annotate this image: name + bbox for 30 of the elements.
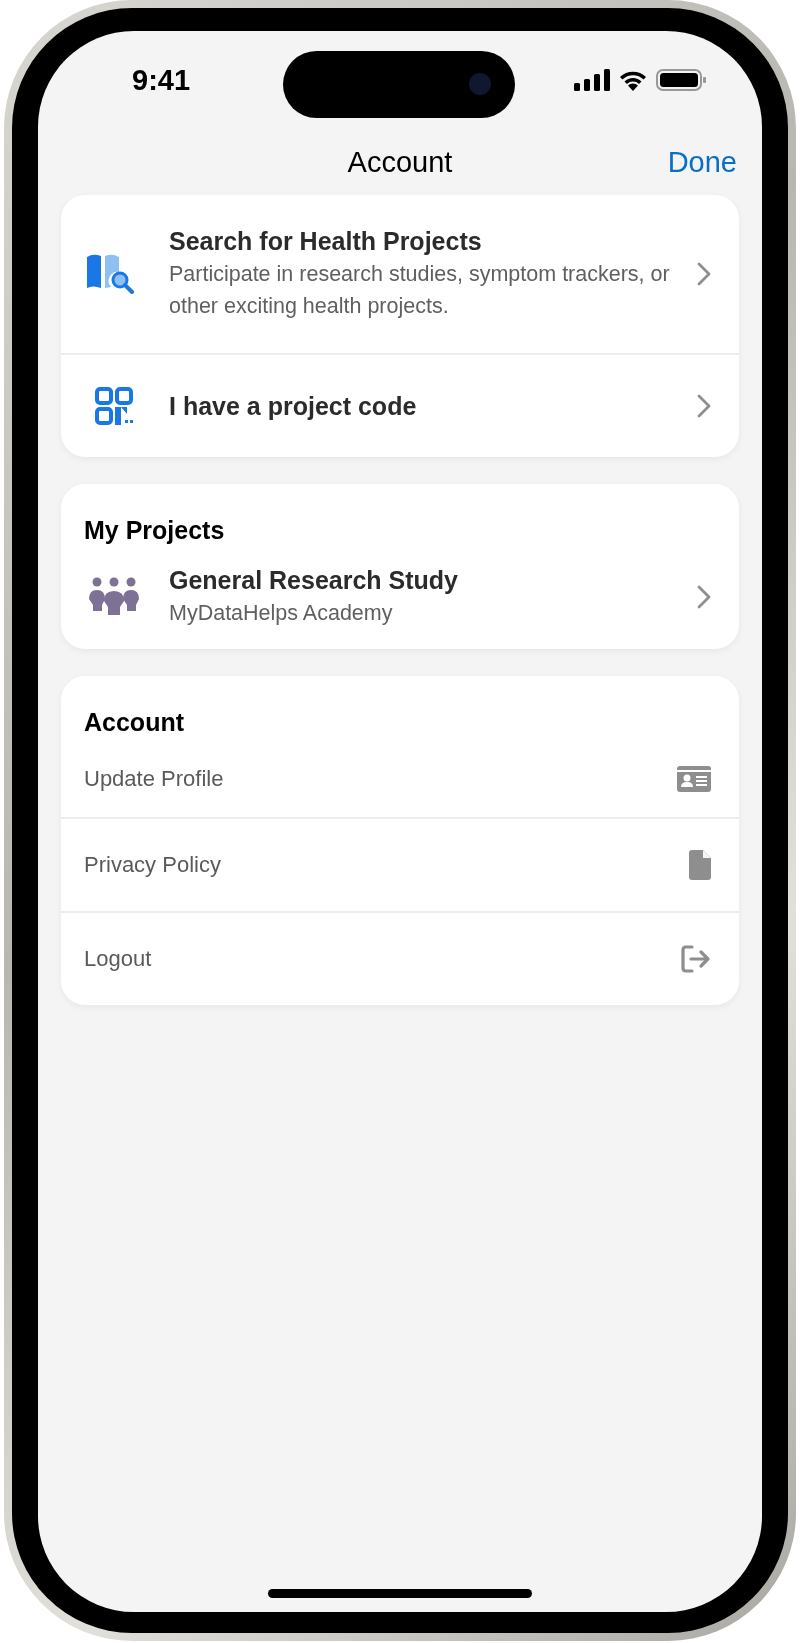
item-title: Search for Health Projects bbox=[169, 226, 483, 256]
project-item[interactable]: General Research Study MyDataHelps Academy bbox=[61, 545, 739, 649]
signal-icon bbox=[574, 69, 610, 91]
status-time: 9:41 bbox=[132, 63, 191, 97]
screen-title: Account bbox=[347, 145, 453, 179]
qr-code-icon bbox=[95, 387, 133, 425]
chevron-icon bbox=[697, 262, 711, 286]
menu-label: Privacy Policy bbox=[84, 852, 221, 878]
list-item[interactable]: I have a project code bbox=[61, 355, 739, 457]
project-title: General Research Study bbox=[169, 565, 459, 595]
menu-item[interactable]: Update Profile bbox=[61, 737, 739, 817]
document-icon bbox=[689, 850, 711, 880]
item-description: Participate in research studies, symptom trackers, or other exciting health projects. bbox=[169, 260, 671, 320]
battery-icon bbox=[656, 69, 706, 91]
list-item[interactable]: Search for Health Projects Participate in research studies, symptom trackers, or other exciting health projects. bbox=[61, 195, 739, 355]
wifi-icon bbox=[618, 69, 648, 91]
done-button[interactable]: Done bbox=[667, 142, 737, 183]
menu-label: Logout bbox=[84, 946, 152, 972]
logout-icon bbox=[681, 945, 711, 973]
section-heading: Account bbox=[83, 707, 185, 737]
menu-label: Update Profile bbox=[84, 766, 224, 792]
menu-item[interactable]: Logout bbox=[61, 911, 739, 1005]
chevron-icon bbox=[697, 585, 711, 609]
chevron-icon bbox=[697, 394, 711, 418]
item-title: I have a project code bbox=[169, 391, 418, 421]
section-heading: My Projects bbox=[83, 515, 226, 545]
menu-item[interactable]: Privacy Policy bbox=[61, 817, 739, 911]
project-organization: MyDataHelps Academy bbox=[169, 599, 394, 627]
people-group-icon bbox=[87, 577, 141, 617]
id-card-icon bbox=[677, 766, 711, 792]
